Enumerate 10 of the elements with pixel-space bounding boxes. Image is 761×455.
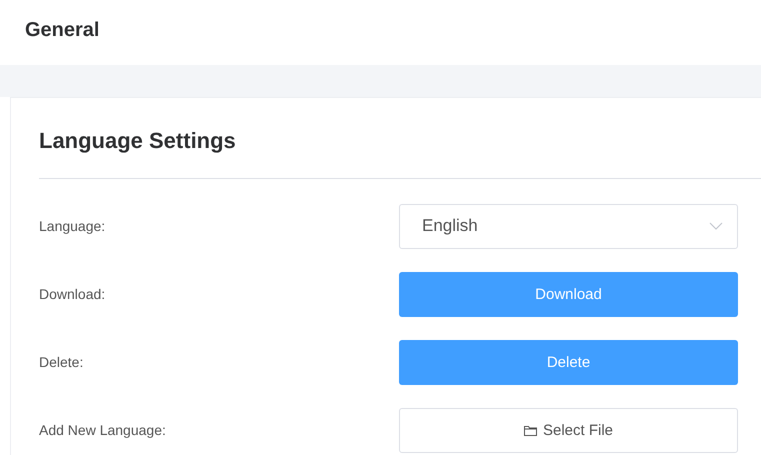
select-file-button[interactable]: Select File <box>399 408 738 452</box>
chevron-down-icon <box>709 222 723 230</box>
folder-icon <box>524 424 537 436</box>
page-title: General <box>25 19 100 43</box>
card-title: Language Settings <box>39 127 237 155</box>
field-label: Language: <box>39 218 106 234</box>
field-label: Download: <box>39 286 106 302</box>
field-label: Delete: <box>39 354 84 370</box>
language-select[interactable]: English <box>399 204 738 248</box>
field-label: Add New Language: <box>39 422 167 438</box>
